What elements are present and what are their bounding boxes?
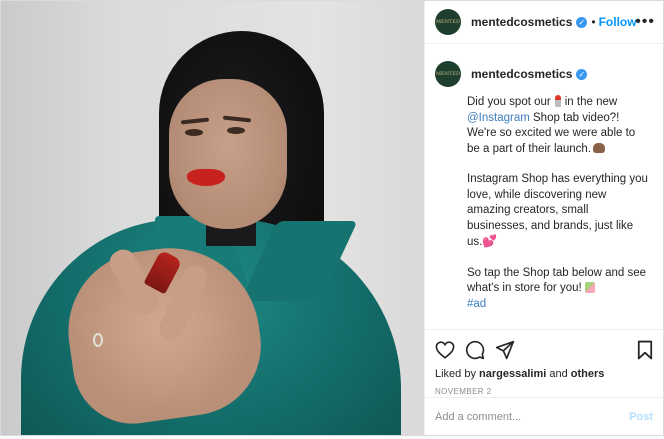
header-username[interactable]: mentedcosmetics [471, 15, 572, 29]
photo-lips [187, 169, 225, 186]
liked-by-prefix: Liked by [435, 368, 476, 380]
caption-paragraph: Instagram Shop has everything you love, … [467, 172, 651, 251]
caption-paragraph: So tap the Shop tab below and see what's… [467, 266, 651, 313]
raised-hands-emoji-icon [593, 142, 606, 153]
post-date[interactable]: NOVEMBER 2 [435, 387, 653, 396]
avatar[interactable]: MENTED [435, 9, 461, 35]
follow-button[interactable]: Follow [599, 15, 637, 29]
post-photo[interactable] [1, 1, 424, 435]
caption-text-part: Did you spot our [467, 96, 551, 108]
lipstick-emoji-icon [554, 95, 561, 107]
avatar-logo-text: MENTED [435, 19, 461, 25]
comment-bar: Post [425, 397, 663, 435]
avatar-logo-text: MENTED [435, 71, 461, 77]
instagram-post: MENTED mentedcosmetics ✓ • Follow ••• ME… [0, 0, 664, 436]
verified-badge-icon: ✓ [576, 16, 588, 28]
heart-icon[interactable] [435, 341, 455, 359]
likes-summary: Liked by nargessalimi and others [435, 368, 653, 380]
post-actions: Liked by nargessalimi and others NOVEMBE… [425, 329, 663, 396]
hashtag-link[interactable]: #ad [467, 298, 486, 310]
caption-area: MENTED mentedcosmetics ✓ Did you spot ou… [425, 44, 663, 329]
post-side-panel: MENTED mentedcosmetics ✓ • Follow ••• ME… [424, 1, 663, 435]
post-header: MENTED mentedcosmetics ✓ • Follow ••• [425, 1, 663, 44]
caption-avatar[interactable]: MENTED [435, 61, 461, 87]
more-options-icon[interactable]: ••• [635, 14, 655, 30]
bookmark-icon[interactable] [637, 340, 653, 360]
mention-link[interactable]: @Instagram [467, 112, 530, 124]
photo-eye-left [185, 129, 203, 136]
shopping-bag-emoji-icon [584, 282, 595, 293]
comment-icon[interactable] [465, 340, 485, 360]
share-icon[interactable] [495, 340, 515, 360]
caption-text-part: in the new [564, 96, 618, 108]
caption-header: MENTED mentedcosmetics ✓ [435, 61, 653, 87]
caption-text: Did you spot our in the new @Instagram Sho… [467, 95, 651, 312]
photo-ring [93, 333, 103, 347]
header-separator: • [591, 15, 596, 29]
caption-text-part: So tap the Shop tab below and see what's… [467, 266, 647, 295]
liked-by-others-link[interactable]: others [571, 368, 605, 380]
post-comment-button[interactable]: Post [629, 411, 653, 423]
photo-face [169, 79, 287, 229]
heart-emoji-icon: 💕 [482, 234, 498, 248]
caption-paragraph: Did you spot our in the new @Instagram Sho… [467, 95, 651, 157]
action-icons-row [435, 336, 653, 364]
liked-by-user-link[interactable]: nargessalimi [479, 368, 546, 380]
liked-by-and: and [549, 368, 568, 380]
photo-eye-right [227, 127, 245, 134]
comment-input[interactable] [435, 410, 630, 423]
verified-badge-icon: ✓ [576, 68, 588, 80]
caption-username[interactable]: mentedcosmetics [471, 67, 572, 81]
